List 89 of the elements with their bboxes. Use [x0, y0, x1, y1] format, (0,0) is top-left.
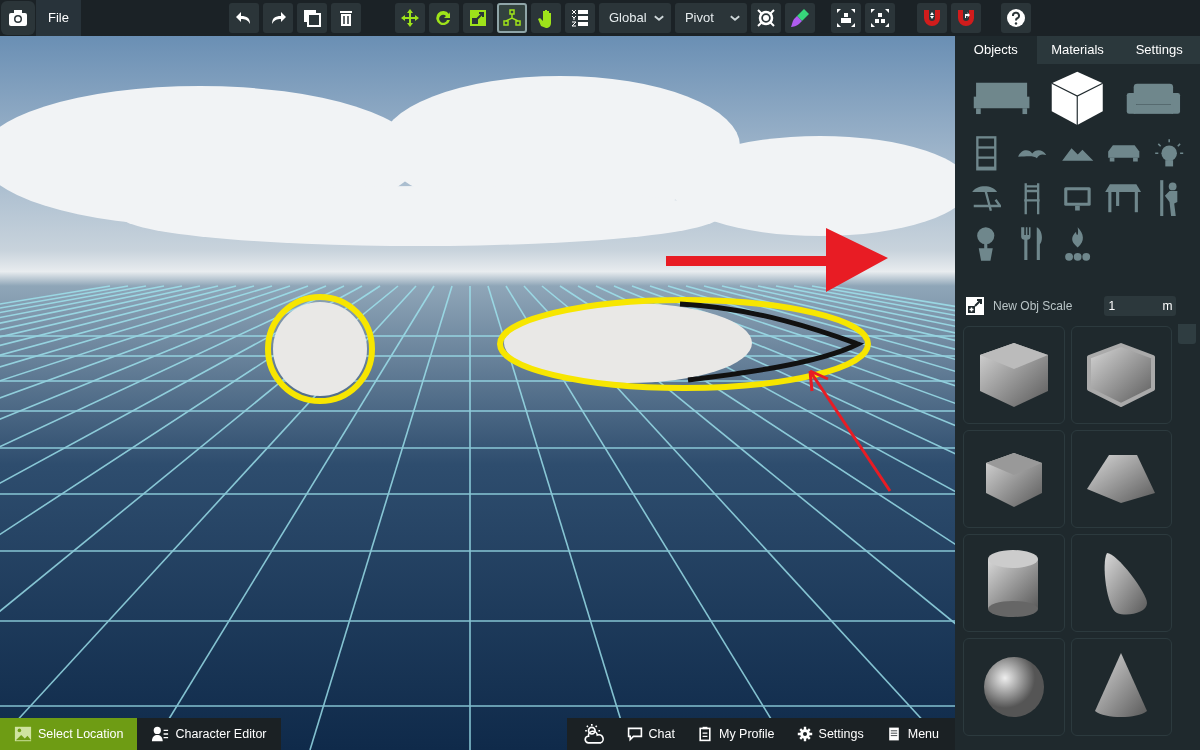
- object-thumbnail[interactable]: [963, 325, 1065, 424]
- object-thumbnail[interactable]: [963, 429, 1065, 528]
- object-thumbnail[interactable]: [963, 533, 1065, 632]
- camera-button[interactable]: [1, 1, 35, 35]
- table-icon: [1104, 183, 1143, 214]
- beach-chair-icon: [970, 185, 1002, 212]
- bottom-menu-button[interactable]: Chat: [618, 724, 683, 744]
- panel-tab[interactable]: Settings: [1118, 36, 1200, 64]
- scale-label: New Obj Scale: [993, 297, 1073, 315]
- gizmo-button[interactable]: [750, 3, 781, 33]
- help-button[interactable]: [1000, 3, 1031, 33]
- cutlery-icon: [1020, 226, 1044, 262]
- landscape-icon: [14, 725, 32, 743]
- scale-input[interactable]: 1 m: [1104, 295, 1177, 316]
- select-icon: [501, 8, 522, 28]
- settings-icon: [796, 726, 813, 742]
- magnet-button[interactable]: [916, 3, 947, 33]
- dropdown[interactable]: Global: [598, 3, 671, 33]
- plant-category[interactable]: [976, 225, 996, 262]
- rotate-button[interactable]: [428, 3, 459, 33]
- file-menu[interactable]: File: [36, 0, 81, 36]
- sofa-icon: [1125, 81, 1183, 116]
- hand-button[interactable]: [530, 3, 561, 33]
- bulb-icon: [1153, 138, 1185, 168]
- bed-category[interactable]: [971, 81, 1031, 116]
- cube-icon: [1050, 70, 1105, 127]
- scale-object-icon: [965, 295, 985, 316]
- help-icon: [1005, 8, 1026, 28]
- chair-category[interactable]: [1022, 181, 1041, 216]
- bed-icon: [971, 81, 1031, 116]
- focus-button[interactable]: [830, 3, 861, 33]
- bottom-tab[interactable]: Character Editor: [137, 718, 281, 750]
- magnet-icon: [921, 8, 942, 28]
- campfire-icon: [1063, 225, 1092, 262]
- car-icon: [1106, 144, 1141, 163]
- brush-icon: [789, 8, 810, 28]
- 3d-viewport[interactable]: Select Location Character Editor Chat My Profile Settings Menu: [0, 36, 955, 750]
- object-thumbnail[interactable]: [963, 637, 1065, 736]
- object-thumbnail[interactable]: [1070, 325, 1172, 424]
- clipboard-icon: [696, 726, 713, 742]
- dropdown[interactable]: Pivot: [674, 3, 747, 33]
- weather-icon: [582, 723, 605, 745]
- redo-button[interactable]: [262, 3, 293, 33]
- trash-button[interactable]: [330, 3, 361, 33]
- bottom-menu-button[interactable]: My Profile: [688, 724, 783, 744]
- climber-category[interactable]: [1159, 179, 1179, 218]
- bookshelf-category[interactable]: [974, 134, 998, 172]
- cube-category[interactable]: [1050, 70, 1105, 127]
- bookshelf-icon: [974, 134, 998, 172]
- frame-button[interactable]: [864, 3, 895, 33]
- chair-icon: [1022, 181, 1041, 216]
- magnet-icon: [955, 8, 976, 28]
- car-category[interactable]: [1106, 143, 1141, 163]
- character-icon: [151, 725, 170, 743]
- sofa-category[interactable]: [1125, 81, 1183, 116]
- scale-icon: [467, 8, 488, 28]
- bottom-menu-button[interactable]: Menu: [877, 724, 947, 744]
- cutlery-category[interactable]: [1020, 226, 1044, 262]
- select-button[interactable]: [496, 3, 527, 33]
- object-thumbnail[interactable]: [1070, 637, 1172, 736]
- frame-icon: [869, 8, 890, 28]
- duplicate-icon: [301, 8, 322, 28]
- bulb-category[interactable]: [1153, 138, 1185, 168]
- object-thumbnail[interactable]: [1070, 429, 1172, 528]
- duplicate-button[interactable]: [296, 3, 327, 33]
- panel-tab[interactable]: Materials: [1036, 36, 1119, 64]
- focus-icon: [835, 8, 856, 28]
- bottom-menu-button[interactable]: Settings: [788, 724, 872, 744]
- move-icon: [399, 8, 420, 28]
- camera-icon: [8, 8, 28, 28]
- move-button[interactable]: [394, 3, 425, 33]
- beach-chair-category[interactable]: [970, 185, 1002, 212]
- monitor-icon: [1063, 185, 1092, 212]
- brush-button[interactable]: [784, 3, 815, 33]
- undo-button[interactable]: [228, 3, 259, 33]
- list-button[interactable]: [564, 3, 595, 33]
- monitor-category[interactable]: [1063, 185, 1092, 212]
- gizmo-icon: [755, 8, 776, 28]
- climber-icon: [1159, 179, 1179, 218]
- magnet-button[interactable]: [950, 3, 981, 33]
- campfire-category[interactable]: [1063, 225, 1092, 262]
- scale-button[interactable]: [462, 3, 493, 33]
- plant-icon: [976, 225, 996, 262]
- chat-icon: [626, 726, 643, 742]
- table-category[interactable]: [1104, 183, 1143, 214]
- mountain-icon: [1060, 146, 1095, 162]
- ornament-icon: [1016, 148, 1047, 160]
- object-thumbnail[interactable]: [1070, 533, 1172, 632]
- list-icon: [569, 8, 590, 28]
